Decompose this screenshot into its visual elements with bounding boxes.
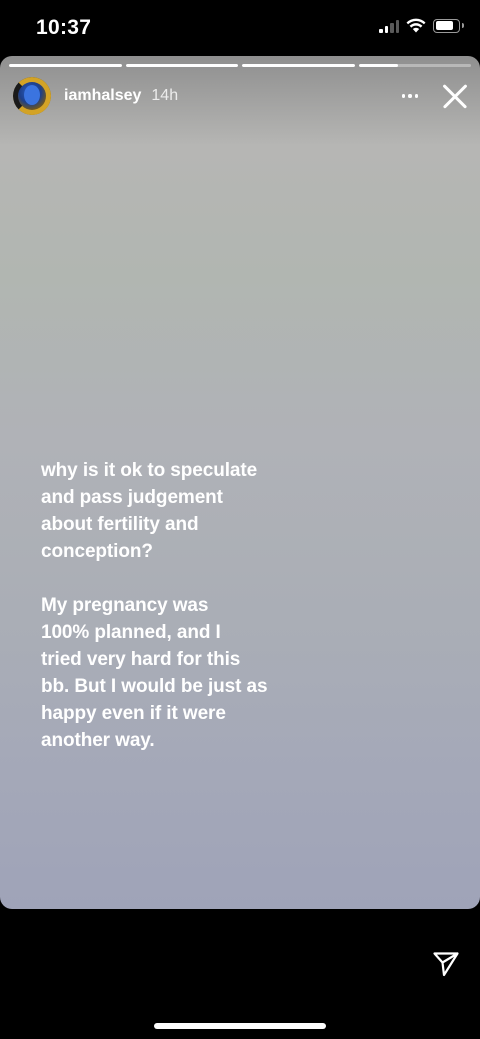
progress-segment	[125, 64, 238, 67]
status-icons	[379, 18, 464, 33]
progress-segment	[9, 64, 122, 67]
status-time: 10:37	[36, 16, 92, 39]
close-icon[interactable]	[442, 83, 468, 109]
battery-icon	[433, 18, 464, 33]
story-header: iamhalsey 14h	[13, 76, 470, 116]
story-paragraph: My pregnancy was 100% planned, and I tri…	[41, 595, 268, 751]
progress-segment	[358, 64, 471, 67]
home-indicator[interactable]	[154, 1023, 326, 1029]
story-progress	[9, 64, 471, 67]
cellular-signal-icon	[379, 19, 399, 33]
story-card[interactable]: iamhalsey 14h why is it ok to speculate …	[0, 56, 480, 909]
wifi-icon	[406, 18, 426, 33]
story-username[interactable]: iamhalsey	[64, 87, 141, 105]
story-paragraph: why is it ok to speculate and pass judge…	[41, 460, 258, 562]
story-text: why is it ok to speculate and pass judge…	[41, 457, 361, 754]
status-bar: 10:37	[0, 0, 480, 56]
direct-send-icon[interactable]	[432, 950, 460, 978]
more-options-icon[interactable]	[401, 86, 418, 106]
progress-segment	[242, 64, 355, 67]
story-timestamp: 14h	[151, 87, 179, 104]
story-screen: 10:37 iamhalsey 14h why is it ok to spec…	[0, 0, 480, 1039]
profile-avatar[interactable]	[13, 77, 51, 115]
battery-level	[435, 21, 454, 30]
